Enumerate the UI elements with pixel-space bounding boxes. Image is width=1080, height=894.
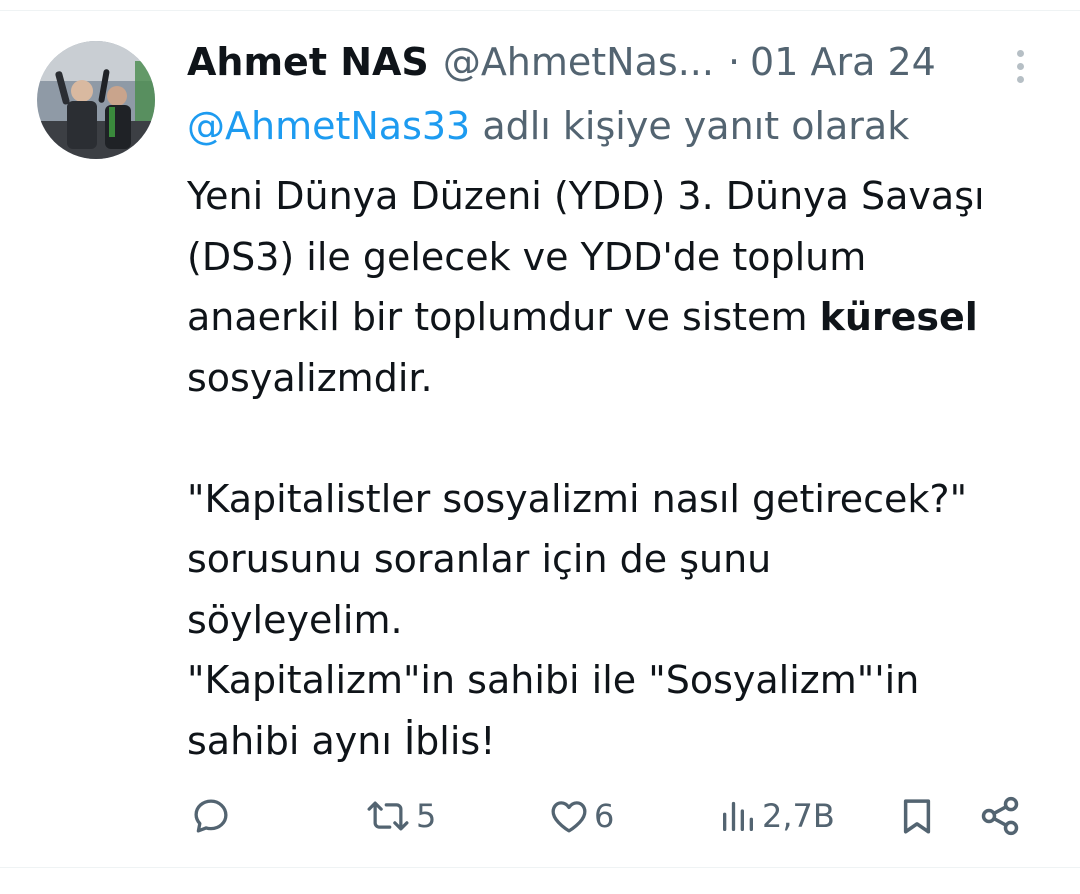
bottom-divider [0, 867, 1080, 868]
tweet-text-segment: anaerkil bir toplumdur ve sistem [187, 295, 820, 339]
heart-icon [551, 801, 587, 833]
top-divider [0, 10, 1080, 11]
tweet-header: Ahmet NAS @AhmetNas... · 01 Ara 24 [187, 38, 936, 86]
retweet-icon [367, 801, 409, 831]
like-button[interactable]: 6 [548, 787, 614, 845]
reply-mention-link[interactable]: @AhmetNas33 [187, 104, 470, 148]
tweet-text-line: söyleyelim. [187, 597, 403, 642]
tweet-actions: 5 6 2,7B [0, 787, 1080, 845]
views-button[interactable]: 2,7B [718, 787, 835, 845]
more-options-icon[interactable] [1004, 44, 1036, 88]
tweet-text: Yeni Dünya Düzeni (YDD) 3. Dünya Savaşı … [187, 166, 1057, 771]
bookmark-icon [903, 799, 931, 834]
retweet-button[interactable]: 5 [364, 787, 436, 845]
views-icon [723, 801, 753, 831]
reply-context: @AhmetNas33 adlı kişiye yanıt olarak [187, 101, 909, 151]
bookmark-button[interactable] [896, 787, 938, 845]
tweet-text-line: (DS3) ile gelecek ve YDD'de toplum [187, 234, 867, 279]
separator-dot: · [727, 40, 741, 84]
reply-button[interactable] [190, 787, 232, 845]
tweet-text-bold: küresel [819, 295, 978, 339]
retweet-count: 5 [416, 797, 437, 835]
tweet-text-line: sosyalizmdir. [187, 355, 433, 400]
avatar-photo [37, 41, 155, 159]
avatar[interactable] [37, 41, 155, 159]
reply-context-text: adlı kişiye yanıt olarak [470, 104, 910, 148]
share-icon [981, 796, 1019, 836]
tweet-text-line: "Kapitalizm"in sahibi ile "Sosyalizm"'in [187, 658, 920, 702]
tweet-text-line: sahibi aynı İblis! [187, 718, 496, 763]
author-name[interactable]: Ahmet NAS [187, 38, 429, 86]
reply-icon [194, 799, 228, 833]
share-button[interactable] [978, 787, 1022, 845]
tweet-text-line: Yeni Dünya Düzeni (YDD) 3. Dünya Savaşı [187, 174, 985, 218]
tweet-text-line: "Kapitalistler sosyalizmi nasıl getirece… [187, 476, 968, 521]
like-count: 6 [594, 797, 615, 835]
tweet-text-line: sorusunu soranlar için de şunu [187, 537, 772, 581]
author-handle[interactable]: @AhmetNas... [443, 38, 714, 86]
tweet-text-line: anaerkil bir toplumdur ve sistem küresel [187, 287, 1057, 348]
tweet-date[interactable]: 01 Ara 24 [750, 38, 936, 86]
views-count: 2,7B [762, 797, 835, 835]
